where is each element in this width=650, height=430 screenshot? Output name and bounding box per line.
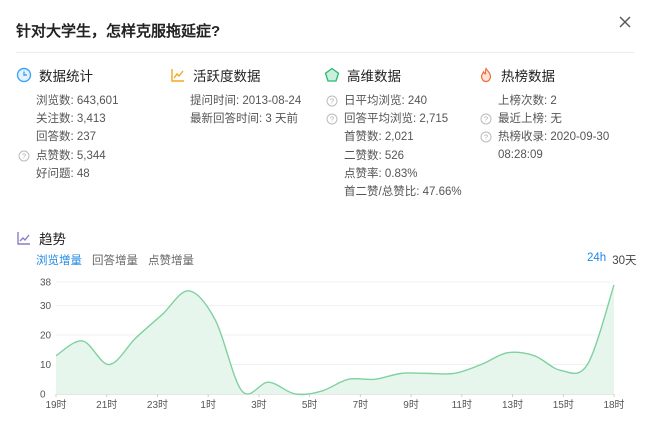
stats-heading: 数据统计: [16, 66, 118, 84]
close-icon[interactable]: [617, 14, 633, 30]
stat-top-like-ratio: 首二赞/总赞比: 47.66%: [344, 185, 462, 198]
tab-answers[interactable]: 回答增量: [92, 252, 138, 268]
x-tick-label: 3时: [251, 399, 267, 411]
svg-text:?: ?: [330, 97, 334, 106]
stats-column: 数据统计 浏览数: 643,601 关注数: 3,413 回答数: 237 ? …: [16, 66, 118, 183]
help-icon[interactable]: ?: [480, 113, 492, 125]
x-tick-label: 1时: [200, 399, 216, 411]
advanced-heading: 高维数据: [324, 66, 462, 84]
x-tick-label: 18时: [603, 399, 624, 411]
activity-column: 活跃度数据 提问时间: 2013-08-24 最新回答时间: 3 天前: [170, 66, 301, 128]
trend-heading: 趋势: [16, 228, 66, 248]
pentagon-icon: [324, 67, 340, 82]
tab-likes[interactable]: 点赞增量: [148, 252, 194, 268]
activity-heading: 活跃度数据: [170, 66, 301, 84]
range-switch: 24h 30天: [587, 252, 636, 268]
help-icon[interactable]: ?: [480, 131, 492, 143]
stat-good-question: 好问题: 48: [36, 167, 90, 180]
y-tick-label: 0: [40, 390, 46, 401]
range-24h[interactable]: 24h: [587, 252, 606, 268]
stat-hotlist-count: 上榜次数: 2: [498, 95, 557, 107]
y-tick-label: 10: [40, 360, 52, 371]
stat-likes: ? 点赞数: 5,344: [16, 147, 118, 165]
help-icon[interactable]: ?: [326, 95, 338, 107]
trend-chart-icon: [17, 232, 30, 245]
stat-latest-answer: 最新回答时间: 3 天前: [190, 113, 298, 126]
stat-answer-avg-views: ? 回答平均浏览: 2,715: [324, 110, 462, 128]
svg-text:?: ?: [484, 115, 488, 124]
tab-views[interactable]: 浏览增量: [36, 252, 82, 268]
x-tick-label: 23时: [147, 399, 168, 411]
stat-hotlist-included: ? 热榜收录: 2020-09-30 08:28:09: [478, 128, 638, 164]
stat-ask-time: 提问时间: 2013-08-24: [190, 95, 302, 107]
help-icon[interactable]: ?: [18, 150, 30, 162]
stat-follows: 关注数: 3,413: [36, 113, 106, 126]
x-tick-label: 15时: [553, 399, 574, 411]
x-tick-label: 19时: [45, 399, 66, 411]
help-icon[interactable]: ?: [326, 113, 338, 125]
flame-icon: [480, 67, 492, 83]
page-title: 针对大学生，怎样克服拖延症?: [16, 23, 221, 40]
range-30d[interactable]: 30天: [612, 252, 636, 268]
stat-latest-hotlist: ? 最近上榜: 无: [478, 110, 638, 128]
svg-text:?: ?: [22, 151, 26, 160]
y-tick-label: 38: [40, 278, 52, 289]
series-area: [56, 284, 614, 395]
title-divider: [16, 52, 634, 53]
y-tick-label: 20: [40, 331, 52, 342]
x-tick-label: 21时: [96, 399, 117, 411]
activity-chart-icon: [171, 69, 184, 82]
x-tick-label: 13时: [502, 399, 523, 411]
clock-icon: [16, 67, 32, 83]
trend-chart: 0 10 20 30 38 19时 21时 23时 1时 3时 5时 7时 9时 11时 13时 15时 18时: [40, 278, 625, 412]
stat-views: 浏览数: 643,601: [36, 95, 119, 107]
stat-daily-views: ? 日平均浏览: 240: [324, 92, 462, 110]
trend-tabs: 浏览增量 回答增量 点赞增量: [36, 252, 194, 268]
stat-second-likes: 二赞数: 526: [344, 149, 405, 162]
stat-first-likes: 首赞数: 2,021: [344, 131, 414, 144]
hotlist-heading: 热榜数据: [478, 66, 638, 84]
hotlist-column: 热榜数据 上榜次数: 2 ? 最近上榜: 无 ? 热榜收录: 2020-09-3…: [478, 66, 638, 164]
svg-text:?: ?: [330, 115, 334, 124]
y-tick-label: 30: [40, 301, 52, 312]
x-tick-label: 9时: [403, 399, 419, 411]
x-tick-label: 5时: [302, 399, 318, 411]
stat-like-rate: 点赞率: 0.83%: [344, 167, 418, 180]
svg-text:?: ?: [484, 133, 488, 142]
x-tick-label: 11时: [452, 399, 472, 411]
x-tick-label: 7时: [353, 399, 369, 411]
advanced-column: 高维数据 ? 日平均浏览: 240 ? 回答平均浏览: 2,715 首赞数: 2…: [324, 66, 462, 201]
stat-answers: 回答数: 237: [36, 131, 97, 144]
